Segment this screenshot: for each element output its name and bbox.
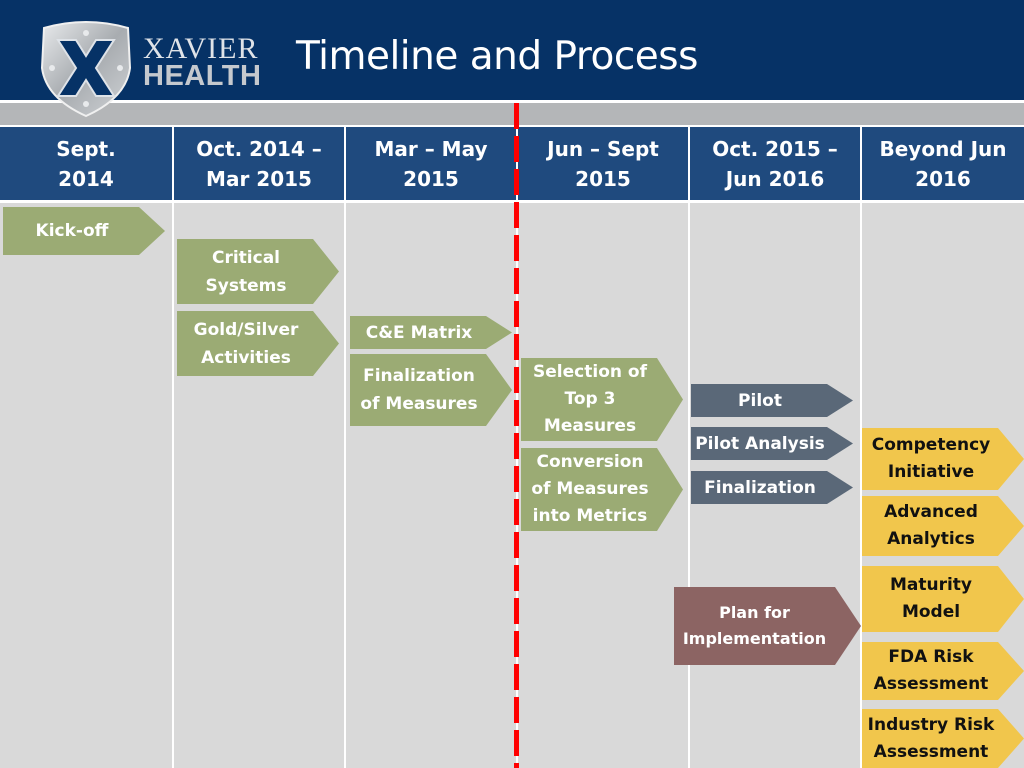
column-header-sept-2014: Sept. 2014 [0,127,172,200]
task-label: Pilot Analysis [695,433,825,454]
task-label: Model [901,602,961,622]
column-header-mar-may-2015: Mar – May 2015 [346,127,516,200]
task-label: Finalization [704,477,816,498]
task-pilot-analysis: Pilot Analysis [691,427,853,460]
current-date-marker-line [514,103,519,768]
task-maturity-model: Maturity Model [862,566,1024,632]
task-finalization-of-measures: Finalization of Measures [350,354,512,426]
task-label: Conversion [536,452,644,472]
column-body [0,203,172,768]
column-header-line1: Beyond Jun [879,136,1007,161]
task-industry-risk-assessment: Industry Risk Assessment [862,709,1024,768]
column-header-line2: 2016 [915,166,971,191]
column-header-line2: Jun 2016 [725,166,825,191]
column-header-line2: 2015 [575,166,631,191]
task-label: Critical [211,247,281,268]
task-advanced-analytics: Advanced Analytics [862,496,1024,556]
task-label: Systems [205,275,287,296]
task-label: Maturity [889,575,973,595]
column-header-jun-sept-2015: Jun – Sept 2015 [518,127,688,200]
task-label: Kick-off [35,221,109,241]
task-label: Analytics [887,529,975,549]
shield-x-icon [40,21,132,118]
task-label: Advanced [884,502,978,522]
task-label: Activities [201,347,291,368]
slide-title: Timeline and Process [296,34,698,79]
task-label: Finalization [363,366,475,386]
task-label: Industry Risk [867,714,995,735]
task-ce-matrix: C&E Matrix [350,316,512,349]
task-selection-of-top3-measures: Selection of Top 3 Measures [521,358,683,441]
task-label: Selection of [533,362,647,382]
task-label: Top 3 [564,389,616,409]
column-header-line1: Jun – Sept [547,136,659,161]
task-pilot: Pilot [691,384,853,417]
task-plan-for-implementation: Plan for Implementation [674,587,861,665]
task-gold-silver-activities: Gold/Silver Activities [177,311,339,376]
task-label: Implementation [682,629,827,648]
task-conversion-of-measures: Conversion of Measures into Metrics [521,448,683,531]
column-header-oct2015-jun2016: Oct. 2015 – Jun 2016 [690,127,860,200]
column-header-line1: Mar – May [374,136,488,161]
task-label: Assessment [873,741,989,762]
task-label: Measures [543,416,637,436]
task-label: Initiative [887,462,975,482]
task-fda-risk-assessment: FDA Risk Assessment [862,642,1024,700]
column-header-line1: Oct. 2014 – [196,136,322,161]
task-label: C&E Matrix [365,322,473,343]
task-critical-systems: Critical Systems [177,239,339,304]
logo-text-health: HEALTH [143,60,262,92]
task-kickoff: Kick-off [3,207,165,255]
task-label: Pilot [738,390,782,411]
column-header-oct2014-mar2015: Oct. 2014 – Mar 2015 [174,127,344,200]
column-header-line2: 2015 [403,166,459,191]
column-header-line2: Mar 2015 [206,166,312,191]
column-header-line1: Sept. [56,136,116,161]
task-label: Competency [871,435,991,455]
task-competency-initiative: Competency Initiative [862,428,1024,490]
task-label: of Measures [360,394,478,414]
task-label: Assessment [873,674,989,694]
task-label: FDA Risk [888,647,974,667]
task-label: Gold/Silver [193,319,299,340]
column-body [346,203,516,768]
task-finalization: Finalization [691,471,853,504]
task-label: of Measures [531,479,649,499]
task-label: Plan for [719,603,790,622]
task-label: into Metrics [532,506,648,526]
column-header-beyond-jun-2016: Beyond Jun 2016 [862,127,1024,200]
column-header-line2: 2014 [58,166,114,191]
column-header-line1: Oct. 2015 – [712,136,838,161]
